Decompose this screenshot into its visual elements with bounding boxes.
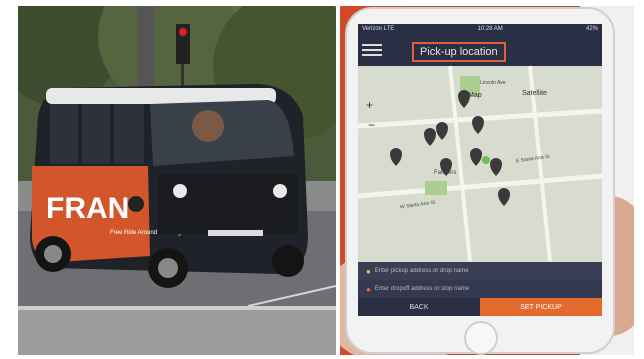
home-button[interactable] [464, 321, 498, 355]
map-pin-icon[interactable] [424, 128, 436, 146]
map-pin-icon[interactable] [490, 158, 502, 176]
current-location-icon [482, 156, 490, 164]
red-traffic-light-icon [179, 28, 187, 36]
back-button[interactable]: BACK [358, 298, 480, 316]
headlight-right-icon [273, 184, 287, 198]
map-pin-icon[interactable] [498, 188, 510, 206]
phone-photo: Verizon LTE 10:28 AM 42% Pick-up locatio… [340, 6, 634, 355]
headlight-left-icon [173, 184, 187, 198]
map-pin-icon[interactable] [458, 90, 470, 108]
map-pin-icon[interactable] [440, 158, 452, 176]
pickup-placeholder: Enter pickup address or drop name [374, 268, 469, 274]
map-pin-icon[interactable] [472, 116, 484, 134]
dropoff-placeholder: Enter dropoff address or stop name [374, 286, 470, 292]
map-pin-icon[interactable] [390, 148, 402, 166]
pickup-address-field[interactable]: ● Enter pickup address or drop name [358, 262, 602, 280]
vehicle-badge-icon [128, 196, 144, 212]
dropoff-address-field[interactable]: ● Enter dropoff address or stop name [358, 280, 602, 298]
dropoff-pin-icon: ● [366, 284, 371, 294]
street-scene-illustration: FRAN Free Ride Around the Neighborhood [18, 6, 336, 355]
street-photo: FRAN Free Ride Around the Neighborhood [18, 6, 336, 355]
map-pin-icon[interactable] [470, 148, 482, 166]
map-pin-icon[interactable] [436, 122, 448, 140]
vehicle-brand-text: FRAN [46, 192, 129, 225]
pickup-pin-icon: ● [366, 266, 371, 276]
set-pickup-button[interactable]: SET PICKUP [480, 298, 602, 316]
